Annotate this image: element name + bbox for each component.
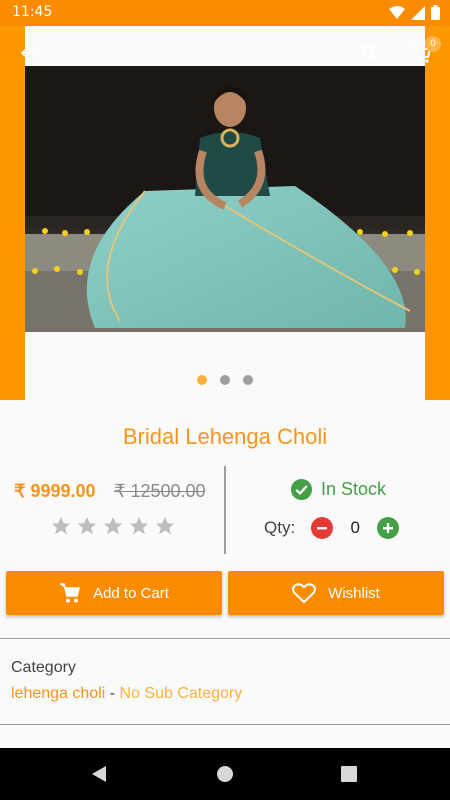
qty-decrease-button[interactable] bbox=[311, 517, 334, 539]
back-arrow-icon[interactable] bbox=[20, 44, 38, 62]
qty-value: 0 bbox=[350, 518, 360, 537]
stock-status-text: In Stock bbox=[321, 479, 387, 499]
category-link[interactable]: lehenga choli bbox=[11, 685, 105, 702]
signal-icon bbox=[411, 5, 425, 20]
check-circle-icon bbox=[290, 478, 313, 501]
product-original-price: ₹ 12500.00 bbox=[114, 481, 206, 501]
nav-back-icon[interactable] bbox=[90, 765, 108, 783]
plus-icon bbox=[383, 523, 394, 533]
navigation-bar bbox=[0, 748, 450, 800]
gallery-pager bbox=[0, 375, 450, 385]
wishlist-button[interactable]: Wishlist bbox=[228, 571, 444, 615]
wishlist-label: Wishlist bbox=[328, 584, 380, 602]
cart-icon bbox=[60, 583, 81, 603]
cart-count-badge: 0 bbox=[425, 36, 441, 52]
nav-home-icon[interactable] bbox=[216, 765, 234, 783]
status-time: 11:45 bbox=[12, 4, 53, 20]
product-title: Bridal Lehenga Choli bbox=[122, 424, 328, 449]
product-gallery[interactable] bbox=[25, 26, 425, 400]
product-price: ₹ 9999.00 bbox=[14, 481, 96, 501]
qty-increase-button[interactable] bbox=[377, 517, 400, 539]
add-to-cart-button[interactable]: Add to Cart bbox=[6, 571, 222, 615]
category-separator: - bbox=[105, 685, 120, 702]
accent-band-right bbox=[425, 26, 450, 400]
product-image[interactable] bbox=[25, 66, 425, 332]
product-photo-illustration bbox=[25, 66, 425, 332]
product-detail-screen: 11:45 0 Bridal Lehenga Choli ₹ 9999.00 ₹… bbox=[0, 0, 450, 800]
rating-stars[interactable] bbox=[50, 515, 176, 537]
heart-icon bbox=[292, 583, 317, 604]
add-to-cart-label: Add to Cart bbox=[93, 584, 169, 602]
nav-recents-icon[interactable] bbox=[341, 766, 357, 782]
category-heading: Category bbox=[11, 659, 76, 676]
star-icon bbox=[129, 516, 149, 535]
wifi-icon bbox=[389, 5, 405, 19]
accent-band-left bbox=[0, 26, 25, 400]
category-line: lehenga choli - No Sub Category bbox=[11, 685, 242, 703]
pager-dot[interactable] bbox=[243, 375, 253, 385]
price-stock-divider bbox=[224, 466, 226, 554]
section-divider bbox=[0, 638, 450, 639]
qty-label: Qty: bbox=[264, 518, 296, 537]
pager-dot[interactable] bbox=[197, 375, 207, 385]
star-icon bbox=[103, 516, 123, 535]
search-icon[interactable] bbox=[361, 44, 379, 62]
status-bar: 11:45 bbox=[0, 0, 450, 26]
battery-icon bbox=[431, 5, 440, 20]
section-divider bbox=[0, 724, 450, 725]
pager-dot[interactable] bbox=[220, 375, 230, 385]
star-icon bbox=[77, 516, 97, 535]
star-icon bbox=[155, 516, 175, 535]
star-icon bbox=[51, 516, 71, 535]
minus-icon bbox=[317, 527, 328, 530]
quantity-stepper: Qty: 0 bbox=[264, 517, 400, 539]
stock-status: In Stock bbox=[290, 478, 386, 501]
subcategory-link[interactable]: No Sub Category bbox=[120, 685, 243, 702]
status-icons bbox=[389, 5, 440, 20]
